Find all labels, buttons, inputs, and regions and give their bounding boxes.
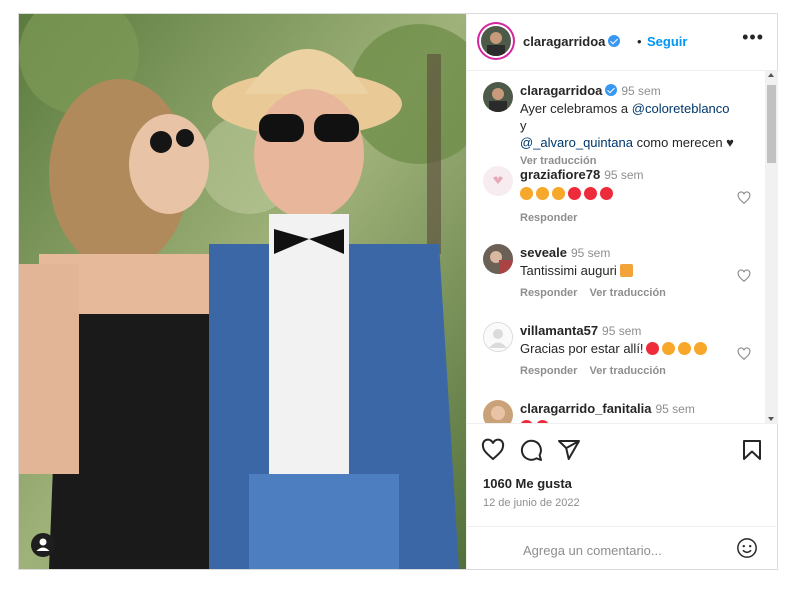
comment-body: claragarrido_fanitalia 95 sem	[520, 400, 735, 423]
comment-time: 95 sem	[604, 168, 644, 182]
comment-composer	[467, 526, 778, 571]
caption-username[interactable]: claragarridoa	[520, 83, 602, 98]
comment-text: Gracias por estar allí!	[520, 341, 644, 356]
heart-icon[interactable]	[737, 347, 751, 361]
red-heart-emoji-icon	[568, 187, 581, 200]
comment-time: 95 sem	[602, 324, 642, 338]
red-heart-emoji-icon	[645, 342, 659, 355]
commenter-avatar[interactable]	[483, 166, 513, 196]
photo-illustration	[19, 14, 466, 569]
comment-body: seveale 95 sem Tantissimi auguri Responde…	[520, 244, 735, 307]
scrollbar-thumb[interactable]	[767, 85, 776, 163]
caption-text: y	[520, 118, 527, 133]
reply-link[interactable]: Responder	[520, 365, 577, 377]
post-side-panel: claragarridoa • Seguir ••• claragarridoa…	[466, 14, 778, 569]
author-username[interactable]: claragarridoa	[523, 34, 621, 49]
translate-link[interactable]: Ver traducción	[589, 287, 665, 299]
heart-icon[interactable]	[737, 269, 751, 283]
reply-link[interactable]: Responder	[520, 287, 577, 299]
star-eyes-emoji-icon	[552, 187, 565, 200]
comment-emojis	[520, 186, 616, 201]
author-avatar[interactable]	[481, 26, 511, 56]
comment-username[interactable]: graziafiore78	[520, 167, 600, 182]
author-avatar[interactable]	[483, 82, 513, 112]
star-eyes-emoji-icon	[661, 342, 675, 355]
comment-username[interactable]: claragarrido_fanitalia	[520, 401, 652, 416]
comment-time: 95 sem	[571, 246, 611, 260]
commenter-avatar[interactable]	[483, 244, 513, 274]
star-eyes-emoji-icon	[693, 342, 707, 355]
comment-icon[interactable]	[519, 438, 543, 462]
heart-icon[interactable]	[481, 438, 505, 462]
caption-text: como merecen ♥	[632, 135, 734, 150]
post-photo[interactable]	[19, 14, 466, 569]
post-actions: 1060 Me gusta 12 de junio de 2022	[467, 423, 778, 570]
bookmark-icon[interactable]	[740, 438, 764, 462]
comments-list[interactable]: claragarridoa 95 sem Ayer celebramos a @c…	[467, 71, 765, 423]
caption-text: Ayer celebramos a	[520, 101, 632, 116]
scroll-up-arrow-icon[interactable]	[768, 73, 774, 77]
caption-time: 95 sem	[621, 84, 661, 98]
red-heart-emoji-icon	[600, 187, 613, 200]
separator-dot: •	[637, 34, 642, 49]
post-date: 12 de junio de 2022	[483, 497, 580, 509]
translate-link[interactable]: Ver traducción	[589, 365, 665, 377]
comment-text: Tantissimi auguri	[520, 263, 617, 278]
caption-body: claragarridoa 95 sem Ayer celebramos a @c…	[520, 82, 735, 170]
comment-username[interactable]: villamanta57	[520, 323, 598, 338]
gift-emoji-icon	[620, 264, 634, 277]
verified-badge-icon	[605, 84, 618, 96]
follow-button[interactable]: Seguir	[647, 34, 687, 49]
mention-link[interactable]: @coloreteblanco	[632, 101, 730, 116]
share-icon[interactable]	[557, 438, 581, 462]
scroll-down-arrow-icon[interactable]	[768, 417, 774, 421]
star-eyes-emoji-icon	[520, 187, 533, 200]
star-eyes-emoji-icon	[536, 187, 549, 200]
comment-body: graziafiore78 95 sem Responder	[520, 166, 735, 232]
comment-time: 95 sem	[655, 402, 695, 416]
emoji-icon[interactable]	[736, 537, 758, 559]
tag-person-icon[interactable]	[31, 533, 55, 557]
verified-badge-icon	[608, 35, 621, 47]
reply-link[interactable]: Responder	[520, 212, 577, 224]
likes-count[interactable]: 1060 Me gusta	[483, 476, 572, 491]
commenter-avatar[interactable]	[483, 400, 513, 423]
comment-username[interactable]: seveale	[520, 245, 567, 260]
post-header: claragarridoa • Seguir •••	[467, 14, 778, 71]
red-heart-emoji-icon	[584, 187, 597, 200]
comment-input[interactable]	[521, 539, 725, 561]
post-modal: claragarridoa • Seguir ••• claragarridoa…	[18, 13, 778, 570]
mention-link[interactable]: @_alvaro_quintana	[520, 135, 633, 150]
star-eyes-emoji-icon	[677, 342, 691, 355]
more-options-icon[interactable]: •••	[742, 27, 764, 48]
comments-scrollbar[interactable]	[765, 71, 778, 423]
heart-icon[interactable]	[737, 191, 751, 205]
comment-body: villamanta57 95 sem Gracias por estar all…	[520, 322, 735, 385]
commenter-avatar[interactable]	[483, 322, 513, 352]
